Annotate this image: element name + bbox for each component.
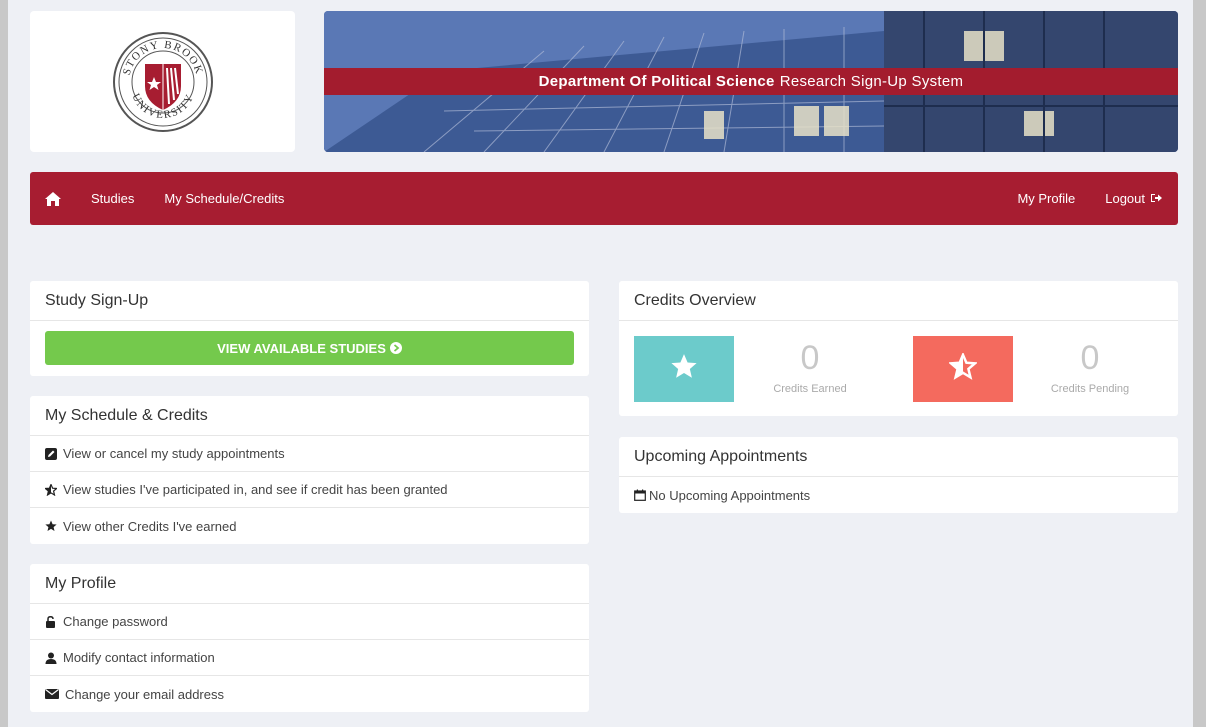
nav-studies[interactable]: Studies	[91, 191, 134, 206]
list-item-label: Modify contact information	[63, 650, 215, 665]
no-appointments-row: No Upcoming Appointments	[619, 477, 1178, 513]
list-item-change-email[interactable]: Change your email address	[30, 676, 589, 712]
view-available-studies-button[interactable]: VIEW AVAILABLE STUDIES	[45, 331, 574, 365]
main-navbar: Studies My Schedule/Credits My Profile L…	[30, 172, 1178, 225]
unlock-icon	[45, 615, 57, 628]
schedule-credits-card: My Schedule & Credits View or cancel my …	[30, 396, 589, 544]
view-available-studies-label: VIEW AVAILABLE STUDIES	[217, 340, 386, 356]
page: STONY BROOK UNIVERSITY Department Of Pol…	[8, 0, 1193, 727]
credits-pending-box	[913, 336, 1013, 402]
credits-overview-title: Credits Overview	[619, 281, 1178, 321]
list-item-view-other-credits[interactable]: View other Credits I've earned	[30, 508, 589, 544]
list-item-label: Change password	[63, 614, 168, 629]
study-signup-title: Study Sign-Up	[30, 281, 589, 321]
header-banner: Department Of Political Science Research…	[324, 11, 1178, 152]
edit-icon	[45, 447, 57, 460]
credits-overview-card: Credits Overview 0 Credits Earned 0 Cred…	[619, 281, 1178, 416]
credits-pending-value: 0	[1080, 339, 1100, 377]
credits-earned-value: 0	[800, 339, 820, 377]
no-appointments-label: No Upcoming Appointments	[649, 487, 811, 503]
home-icon[interactable]	[45, 191, 61, 206]
list-item-label: Change your email address	[65, 686, 224, 702]
credits-earned-box	[634, 336, 734, 402]
star-icon	[45, 520, 57, 532]
university-logo: STONY BROOK UNIVERSITY	[30, 11, 295, 152]
my-profile-card: My Profile Change password Modify contac…	[30, 564, 589, 712]
envelope-icon	[45, 688, 59, 700]
upcoming-appointments-card: Upcoming Appointments No Upcoming Appoin…	[619, 437, 1178, 513]
user-icon	[45, 652, 57, 664]
half-star-icon	[45, 483, 57, 496]
nav-logout-label: Logout	[1105, 191, 1145, 206]
upcoming-appointments-title: Upcoming Appointments	[619, 437, 1178, 477]
logout-icon	[1151, 191, 1162, 206]
list-item-modify-contact[interactable]: Modify contact information	[30, 640, 589, 676]
list-item-label: View other Credits I've earned	[63, 518, 237, 534]
banner-title-bold: Department Of Political Science	[538, 73, 775, 90]
nav-right: My Profile Logout	[1017, 191, 1178, 206]
half-star-icon	[948, 351, 978, 385]
star-icon	[670, 353, 698, 385]
list-item-label: View or cancel my study appointments	[63, 446, 285, 461]
arrow-circle-right-icon	[389, 342, 402, 354]
my-profile-title: My Profile	[30, 564, 589, 604]
list-item-change-password[interactable]: Change password	[30, 604, 589, 640]
credits-pending-label: Credits Pending	[1050, 383, 1130, 395]
banner-title: Department Of Political Science Research…	[324, 68, 1178, 95]
study-signup-card: Study Sign-Up VIEW AVAILABLE STUDIES	[30, 281, 589, 376]
calendar-icon	[634, 489, 646, 501]
list-item-view-participated-studies[interactable]: View studies I've participated in, and s…	[30, 472, 589, 508]
schedule-credits-title: My Schedule & Credits	[30, 396, 589, 436]
list-item-view-cancel-appointments[interactable]: View or cancel my study appointments	[30, 436, 589, 472]
nav-my-profile[interactable]: My Profile	[1017, 191, 1075, 206]
nav-schedule-credits[interactable]: My Schedule/Credits	[164, 191, 284, 206]
list-item-label: View studies I've participated in, and s…	[63, 482, 448, 497]
credits-earned-label: Credits Earned	[773, 383, 847, 395]
nav-logout[interactable]: Logout	[1105, 191, 1162, 206]
banner-title-rest: Research Sign-Up System	[779, 73, 964, 90]
university-seal-icon: STONY BROOK UNIVERSITY	[112, 31, 213, 132]
